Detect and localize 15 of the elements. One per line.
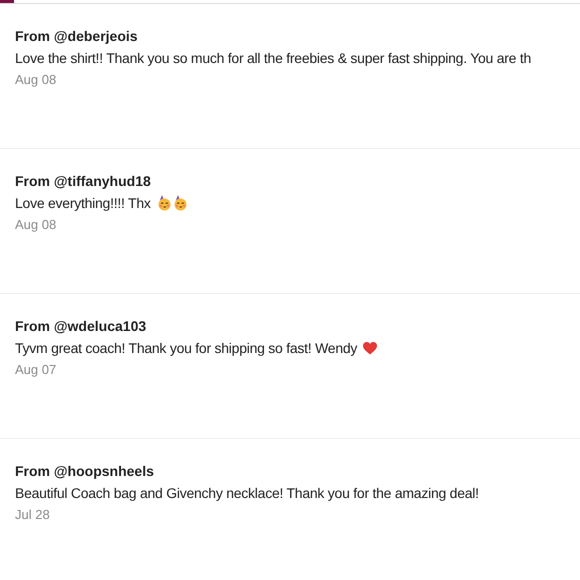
review-text: Love everything!!!! Thx bbox=[15, 194, 151, 213]
heart-icon bbox=[363, 342, 378, 354]
partying-face-icon bbox=[172, 195, 188, 211]
review-author: From @hoopsnheels bbox=[15, 462, 155, 481]
partying-face-icon bbox=[156, 195, 172, 211]
review-date: Aug 07 bbox=[15, 361, 58, 379]
review-author: From @tiffanyhud18 bbox=[15, 172, 152, 191]
review-text: Love the shirt!! Thank you so much for all the freebies & super fast shipping. You are th bbox=[15, 49, 532, 68]
review-date: Aug 08 bbox=[15, 71, 58, 89]
review-text: Beautiful Coach bag and Givenchy necklace! Thank you for the amazing deal! bbox=[15, 484, 479, 503]
review-date: Jul 28 bbox=[15, 506, 51, 524]
review-author: From @deberjeois bbox=[15, 27, 139, 46]
review-date: Aug 08 bbox=[15, 216, 58, 234]
review-author: From @wdeluca103 bbox=[15, 317, 148, 336]
review-text: Tyvm great coach! Thank you for shipping so fast! Wendy bbox=[15, 339, 358, 358]
